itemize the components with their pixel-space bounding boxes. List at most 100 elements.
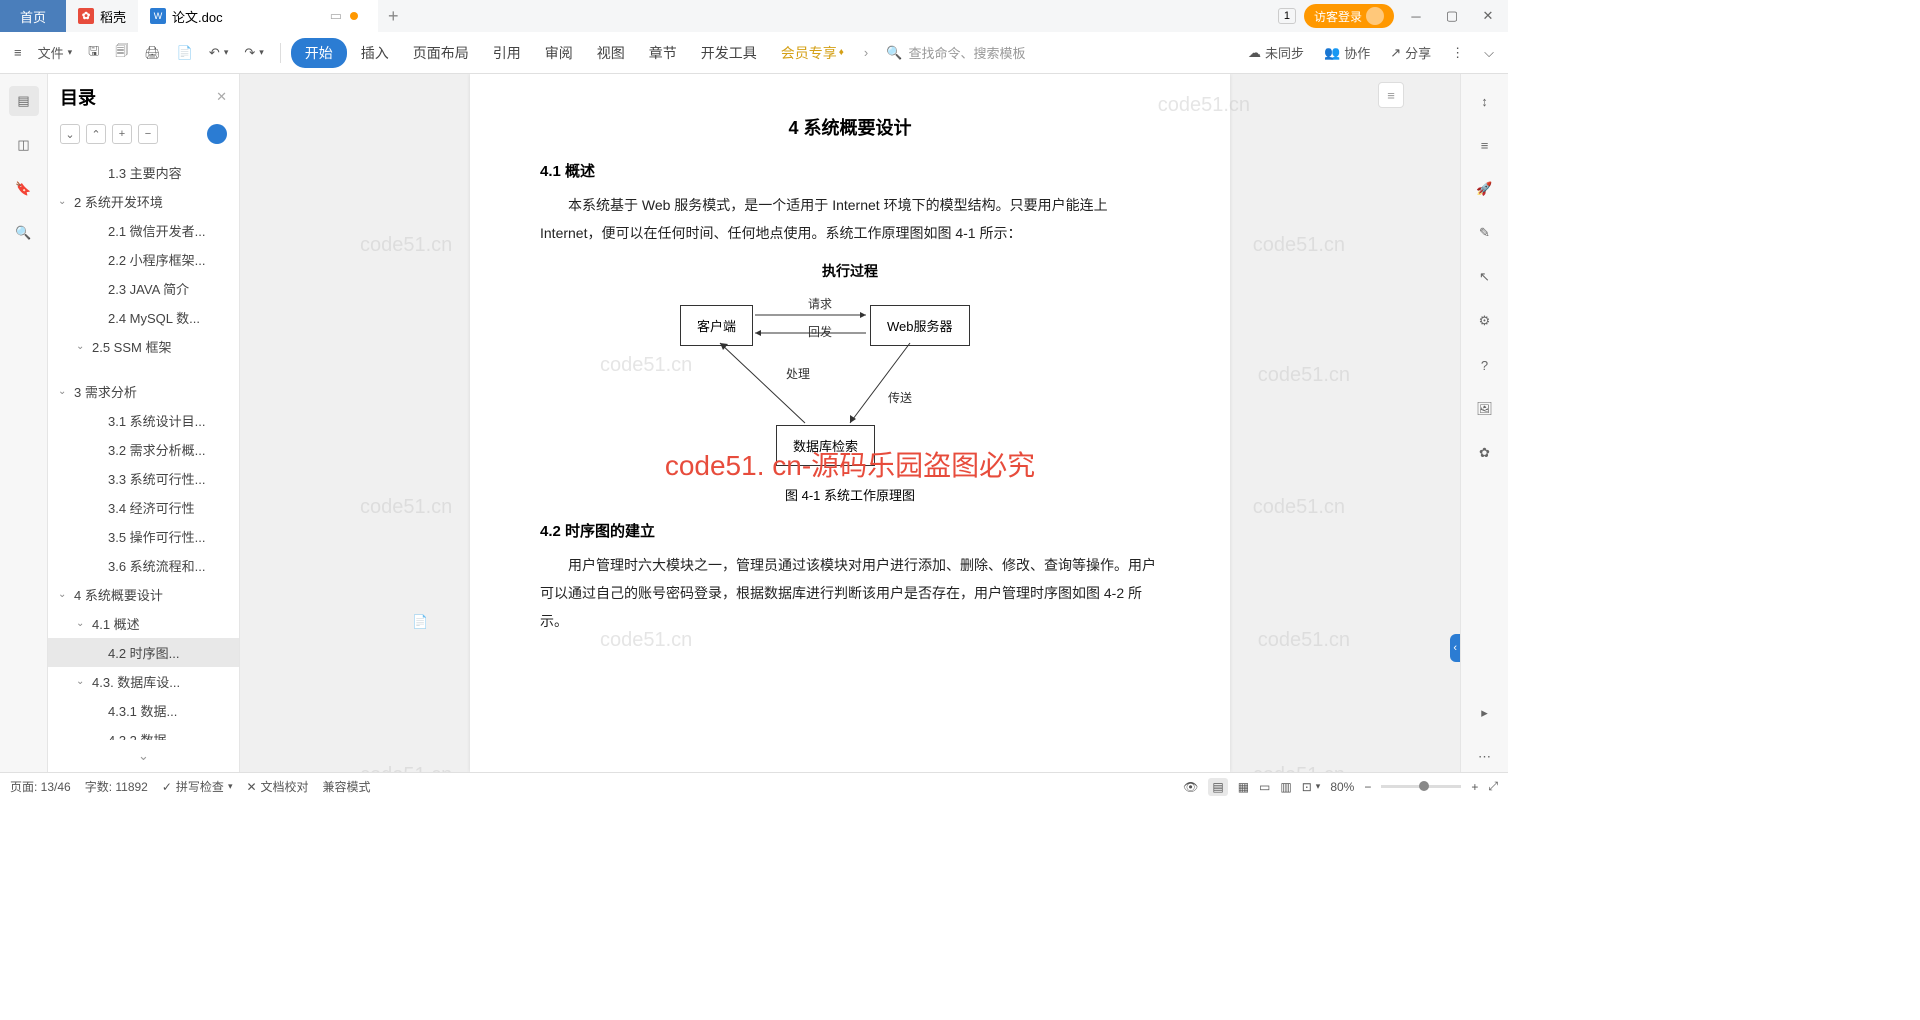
toc-item[interactable]: 2.1 微信开发者... — [48, 216, 239, 245]
zoom-out-button[interactable]: − — [1364, 780, 1371, 794]
print-layout-icon[interactable]: ▦ — [1238, 780, 1249, 794]
menu-devtools[interactable]: 开发工具 — [691, 35, 767, 71]
dropdown-panel-icon[interactable]: ≡ — [1378, 82, 1404, 108]
menu-reference[interactable]: 引用 — [483, 35, 531, 71]
outline-view-icon[interactable]: ▥ — [1280, 780, 1291, 794]
collab-button[interactable]: 👥协作 — [1318, 39, 1376, 66]
toc-item[interactable]: ⌄2.5 SSM 框架 — [48, 332, 239, 361]
sidebar-close-icon[interactable]: ✕ — [216, 89, 227, 105]
ruler-icon[interactable]: ↕ — [1470, 86, 1500, 116]
outline-icon[interactable]: ▤ — [9, 86, 39, 116]
print-icon[interactable]: 🖨 — [138, 41, 167, 65]
print-preview-icon[interactable]: 📄 — [171, 41, 199, 65]
guest-login-button[interactable]: 访客登录 — [1304, 4, 1394, 28]
toc-item[interactable]: 3.1 系统设计目... — [48, 406, 239, 435]
new-tab-button[interactable]: + — [378, 6, 409, 27]
tab-daoke[interactable]: ✿稻壳 — [66, 0, 138, 32]
present-icon[interactable]: ▭ — [330, 8, 342, 24]
menu-vip[interactable]: 会员专享♦ — [771, 35, 854, 71]
compat-mode[interactable]: 兼容模式 — [323, 778, 371, 795]
menu-insert[interactable]: 插入 — [351, 35, 399, 71]
eye-icon[interactable]: 👁 — [1183, 780, 1198, 794]
toc-item[interactable]: 2.3 JAVA 简介 — [48, 274, 239, 303]
toc-item[interactable]: 3.3 系统可行性... — [48, 464, 239, 493]
menu-start[interactable]: 开始 — [291, 38, 347, 68]
tab-document[interactable]: W 论文.doc ▭ — [138, 0, 378, 32]
shapes-icon[interactable]: ◫ — [9, 130, 39, 160]
minimize-button[interactable]: ─ — [1402, 2, 1430, 30]
sidebar-title: 目录 — [60, 84, 96, 110]
more-icon[interactable]: ⋮ — [1445, 41, 1470, 65]
proofread-button[interactable]: ✕文档校对 — [246, 778, 308, 795]
toc-item[interactable]: ⌄4 系统概要设计 — [48, 580, 239, 609]
toc-item[interactable]: 3.4 经济可行性 — [48, 493, 239, 522]
toc-item-label: 3.4 经济可行性 — [108, 498, 195, 517]
scroll-down-icon[interactable]: ⌄ — [48, 740, 239, 772]
sync-button[interactable]: ☁未同步 — [1242, 39, 1310, 66]
star-icon[interactable]: ✿ — [1470, 438, 1500, 468]
page-indicator[interactable]: 页面: 13/46 — [10, 778, 71, 795]
toc-item[interactable]: ⌄3 需求分析 — [48, 377, 239, 406]
toc-item[interactable]: 4.2 时序图... — [48, 638, 239, 667]
toc-item[interactable]: ⌄2 系统开发环境 — [48, 187, 239, 216]
chevron-down-icon: ⌄ — [58, 386, 70, 397]
share-button[interactable]: ↗分享 — [1384, 39, 1437, 66]
rocket-icon[interactable]: 🚀 — [1470, 174, 1500, 204]
toc-item[interactable]: ⌄4.1 概述 — [48, 609, 239, 638]
close-button[interactable]: ✕ — [1474, 2, 1502, 30]
remove-heading-icon[interactable]: − — [138, 124, 158, 144]
menu-chapter[interactable]: 章节 — [639, 35, 687, 71]
file-menu[interactable]: 文件▾ — [32, 39, 79, 66]
cursor-icon[interactable]: ↖ — [1470, 262, 1500, 292]
image-icon[interactable]: 🖼 — [1470, 394, 1500, 424]
undo-button[interactable]: ↶▾ — [203, 41, 234, 65]
toc-item[interactable]: 2.2 小程序框架... — [48, 245, 239, 274]
web-layout-icon[interactable]: ▭ — [1259, 780, 1270, 794]
toc-item[interactable]: 4.3.2 数据... — [48, 725, 239, 740]
save-as-icon[interactable]: 🗐 — [109, 38, 134, 68]
fit-icon[interactable]: ⤢ — [1488, 779, 1498, 794]
toc-item[interactable]: 2.4 MySQL 数... — [48, 303, 239, 332]
expand-all-icon[interactable]: ⌃ — [86, 124, 106, 144]
page-handle-icon[interactable]: 📄 — [412, 614, 428, 630]
bookmark-icon[interactable]: 🔖 — [9, 174, 39, 204]
overflow-chevron-icon[interactable]: › — [858, 45, 874, 60]
window-badge[interactable]: 1 — [1278, 8, 1296, 24]
search-box[interactable]: 🔍查找命令、搜索模板 — [878, 43, 1078, 62]
zoom-in-button[interactable]: + — [1471, 780, 1478, 794]
spellcheck-button[interactable]: ✓拼写检查▾ — [162, 778, 233, 795]
save-icon[interactable]: 🖫 — [82, 38, 105, 68]
more-panel-icon[interactable]: ⋯ — [1470, 742, 1500, 772]
toc-item[interactable]: 1.3 主要内容 — [48, 158, 239, 187]
collapse-ribbon-icon[interactable]: ⌵ — [1478, 41, 1500, 65]
zoom-level[interactable]: 80% — [1330, 780, 1354, 794]
settings-slider-icon[interactable]: ⚙ — [1470, 306, 1500, 336]
toc-item[interactable]: 4.3.1 数据... — [48, 696, 239, 725]
add-heading-icon[interactable]: + — [112, 124, 132, 144]
menu-icon[interactable]: ≡ — [8, 41, 28, 64]
toc-item-label: 4.3.2 数据... — [108, 730, 177, 740]
toc-item[interactable]: 3.2 需求分析概... — [48, 435, 239, 464]
right-tab[interactable]: ‹ — [1450, 634, 1460, 662]
redo-button[interactable]: ↷▾ — [238, 41, 269, 65]
zoom-settings-icon[interactable]: ⊡▾ — [1302, 780, 1321, 794]
menu-view[interactable]: 视图 — [587, 35, 635, 71]
help-icon[interactable]: ? — [1470, 350, 1500, 380]
chevron-down-icon: ⌄ — [76, 676, 88, 687]
page-area[interactable]: ≡ code51.cn code51.cn code51.cn code51.c… — [240, 74, 1460, 772]
toc-item[interactable]: 3.5 操作可行性... — [48, 522, 239, 551]
toc-item[interactable]: 3.6 系统流程和... — [48, 551, 239, 580]
tab-home[interactable]: 首页 — [0, 0, 66, 32]
read-view-icon[interactable]: ▤ — [1208, 778, 1227, 796]
menu-layout[interactable]: 页面布局 — [403, 35, 479, 71]
toc-item[interactable]: ⌄4.3. 数据库设... — [48, 667, 239, 696]
collapse-right-icon[interactable]: ▸ — [1470, 698, 1500, 728]
menu-review[interactable]: 审阅 — [535, 35, 583, 71]
word-count[interactable]: 字数: 11892 — [85, 778, 148, 795]
collapse-all-icon[interactable]: ⌄ — [60, 124, 80, 144]
ai-button[interactable] — [207, 124, 227, 144]
maximize-button[interactable]: ▢ — [1438, 2, 1466, 30]
search-panel-icon[interactable]: 🔍 — [9, 218, 39, 248]
zoom-slider[interactable] — [1381, 785, 1461, 788]
pen-icon[interactable]: ✎ — [1470, 218, 1500, 248]
